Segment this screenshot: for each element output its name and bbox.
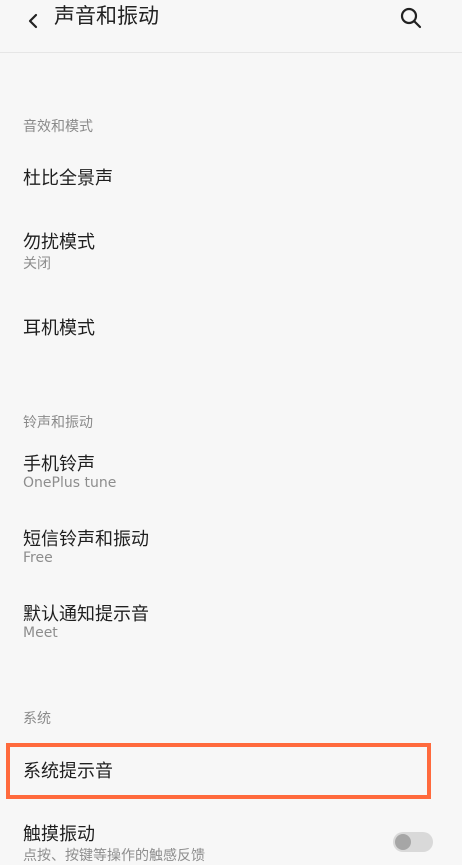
list-item-notification-sound[interactable]: 默认通知提示音 Meet: [0, 588, 462, 652]
top-app-bar: 声音和振动: [0, 0, 462, 53]
list-item-dolby-atmos[interactable]: 杜比全景声: [0, 150, 462, 206]
search-button[interactable]: [396, 3, 426, 33]
item-title: 短信铃声和振动: [23, 529, 149, 550]
item-subtitle: Meet: [23, 625, 58, 641]
item-title: 默认通知提示音: [23, 604, 149, 625]
toggle-knob: [395, 834, 411, 850]
item-subtitle: 关闭: [23, 256, 51, 272]
item-title: 触摸振动: [23, 824, 95, 845]
list-item-phone-ringtone[interactable]: 手机铃声 OnePlus tune: [0, 438, 462, 502]
section-header-ringtones: 铃声和振动: [23, 415, 93, 431]
item-subtitle: 点按、按键等操作的触感反馈: [23, 848, 205, 864]
item-title: 杜比全景声: [23, 168, 113, 189]
search-icon: [400, 7, 422, 29]
back-button[interactable]: [18, 6, 48, 36]
list-item-headphone-mode[interactable]: 耳机模式: [0, 300, 462, 356]
touch-vibration-toggle[interactable]: [393, 832, 433, 852]
list-item-do-not-disturb[interactable]: 勿扰模式 关闭: [0, 216, 462, 280]
item-title: 耳机模式: [23, 318, 95, 339]
item-title: 手机铃声: [23, 454, 95, 475]
section-header-sound-effects: 音效和模式: [23, 119, 93, 135]
section-header-system: 系统: [23, 711, 51, 727]
list-item-sms-ringtone[interactable]: 短信铃声和振动 Free: [0, 513, 462, 577]
item-subtitle: Free: [23, 550, 53, 566]
chevron-left-icon: [28, 13, 38, 29]
list-item-touch-vibration[interactable]: 触摸振动 点按、按键等操作的触感反馈: [0, 810, 462, 864]
item-subtitle: OnePlus tune: [23, 475, 117, 491]
highlight-box: [6, 743, 431, 799]
page-title: 声音和振动: [54, 4, 159, 28]
item-title: 勿扰模式: [23, 232, 95, 253]
